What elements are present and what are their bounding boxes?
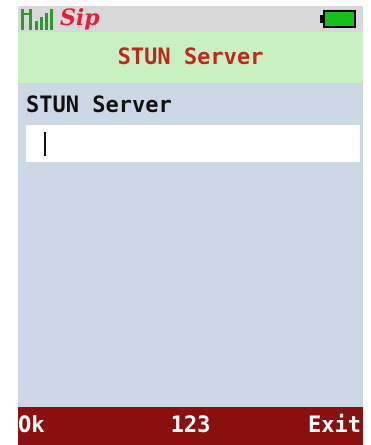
softkey-bar: Ok 123 Exit bbox=[18, 407, 363, 445]
sip-logo: Sip bbox=[60, 6, 100, 31]
stun-server-label: STUN Server bbox=[26, 93, 172, 118]
stun-server-input[interactable] bbox=[26, 125, 360, 162]
page-title: STUN Server bbox=[18, 32, 363, 83]
exit-softkey[interactable]: Exit bbox=[308, 407, 361, 445]
text-caret bbox=[44, 132, 46, 156]
status-bar: Sip bbox=[18, 6, 363, 32]
signal-bars-icon bbox=[21, 9, 53, 30]
battery-icon bbox=[320, 10, 356, 28]
phone-screen: Sip STUN Server STUN Server Ok 123 Exit bbox=[18, 6, 363, 445]
